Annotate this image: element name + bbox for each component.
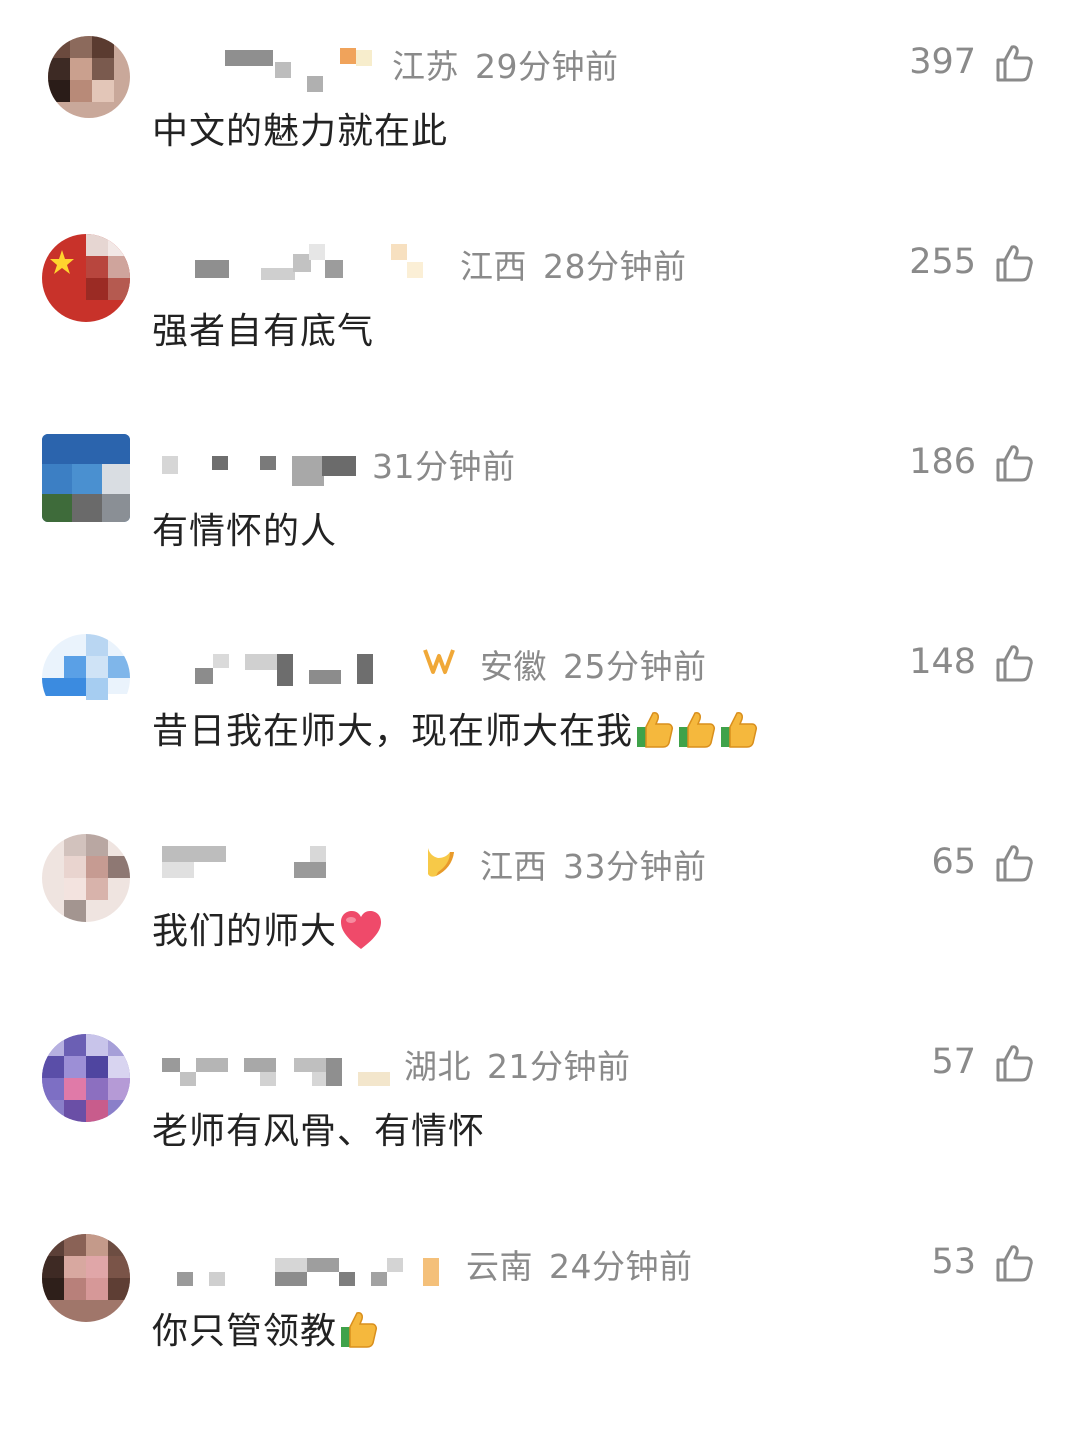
- comment-text: 中文的魅力就在此: [152, 111, 449, 152]
- thumbs-up-icon[interactable]: [994, 43, 1034, 83]
- thumbs-up-icon[interactable]: [994, 643, 1034, 683]
- heart-emoji-icon: [341, 911, 382, 949]
- comment-item: 31分钟前 有情怀的人 186: [0, 430, 1080, 630]
- timestamp: 33分钟前: [563, 847, 707, 886]
- comment-meta: 安徽 25分钟前: [480, 640, 707, 688]
- member-badge-icon: [423, 649, 455, 674]
- comment-meta: 湖北 21分钟前: [404, 1040, 631, 1088]
- comment-text: 老师有风骨、有情怀: [152, 1111, 486, 1152]
- like-count: 148: [909, 642, 976, 682]
- like-count: 255: [909, 242, 976, 282]
- comment-meta: 云南 24分钟前: [466, 1240, 693, 1288]
- thumbs-up-emoji-icon: [341, 1312, 378, 1348]
- comment-item: 江苏 29分钟前 中文的魅力就在此 397: [0, 30, 1080, 230]
- timestamp: 25分钟前: [563, 647, 707, 686]
- timestamp: 28分钟前: [543, 247, 687, 286]
- comment-item: 云南 24分钟前 你只管领教 53: [0, 1230, 1080, 1430]
- timestamp: 24分钟前: [549, 1247, 693, 1286]
- comment-text: 强者自有底气: [152, 311, 375, 352]
- comment-text: 昔日我在师大，现在师大在我: [152, 702, 759, 754]
- username-blurred[interactable]: [195, 644, 405, 686]
- avatar[interactable]: [42, 834, 130, 922]
- location: 江西: [460, 247, 527, 286]
- thumbs-up-icon[interactable]: [994, 1243, 1034, 1283]
- avatar[interactable]: [42, 234, 130, 322]
- like-count: 57: [931, 1042, 976, 1082]
- timestamp: 21分钟前: [487, 1047, 631, 1086]
- comment-meta: 31分钟前: [372, 440, 516, 488]
- timestamp: 31分钟前: [372, 447, 516, 486]
- member-badge-icon: [428, 848, 454, 877]
- thumbs-up-emoji-icon: [721, 712, 758, 748]
- thumbs-up-icon[interactable]: [994, 443, 1034, 483]
- like-count: 186: [909, 442, 976, 482]
- location: 云南: [466, 1247, 533, 1286]
- thumbs-up-emoji-icon: [637, 712, 674, 748]
- comment-item: 江西 33分钟前 我们的师大 65: [0, 830, 1080, 1030]
- username-blurred[interactable]: [162, 844, 362, 884]
- avatar[interactable]: [48, 36, 130, 118]
- location: 江西: [480, 847, 547, 886]
- username-blurred[interactable]: [195, 242, 465, 282]
- comment-item: 江西 28分钟前 强者自有底气 255: [0, 230, 1080, 430]
- avatar[interactable]: [42, 634, 130, 722]
- username-blurred[interactable]: [175, 1244, 465, 1286]
- username-blurred[interactable]: [225, 46, 385, 92]
- avatar[interactable]: [42, 1034, 130, 1122]
- thumbs-up-icon[interactable]: [994, 843, 1034, 883]
- comment-item: 安徽 25分钟前 昔日我在师大，现在师大在我 148: [0, 630, 1080, 830]
- username-blurred[interactable]: [162, 1044, 402, 1086]
- comment-text-content: 你只管领教: [152, 1311, 338, 1352]
- timestamp: 29分钟前: [475, 47, 619, 86]
- comment-item: 湖北 21分钟前 老师有风骨、有情怀 57: [0, 1030, 1080, 1230]
- thumbs-up-icon[interactable]: [994, 1043, 1034, 1083]
- comment-meta: 江西 33分钟前: [480, 840, 707, 888]
- like-count: 53: [931, 1242, 976, 1282]
- location: 安徽: [480, 647, 547, 686]
- avatar[interactable]: [42, 1234, 130, 1322]
- comment-meta: 江苏 29分钟前: [392, 40, 619, 88]
- thumbs-up-icon[interactable]: [994, 243, 1034, 283]
- like-count: 397: [909, 42, 976, 82]
- avatar[interactable]: [42, 434, 130, 522]
- comment-meta: 江西 28分钟前: [460, 240, 687, 288]
- location: 湖北: [404, 1047, 471, 1086]
- username-blurred[interactable]: [160, 442, 360, 486]
- comment-text-content: 我们的师大: [152, 911, 338, 952]
- like-count: 65: [931, 842, 976, 882]
- thumbs-up-emoji-icon: [679, 712, 716, 748]
- comment-text-content: 昔日我在师大，现在师大在我: [152, 711, 634, 752]
- comment-text: 有情怀的人: [152, 511, 338, 552]
- location: 江苏: [392, 47, 459, 86]
- comment-text: 我们的师大: [152, 902, 383, 954]
- comment-text: 你只管领教: [152, 1302, 379, 1354]
